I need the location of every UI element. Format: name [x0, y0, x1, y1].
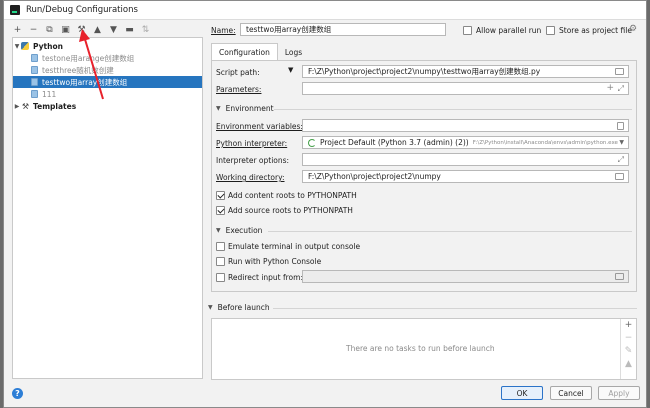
store-as-project-file-checkbox[interactable]	[546, 26, 555, 35]
tab-configuration[interactable]: Configuration	[211, 43, 278, 61]
chevron-down-icon[interactable]: ▼	[208, 304, 213, 311]
execution-section-title: Execution	[225, 226, 263, 235]
allow-parallel-run-label: Allow parallel run	[476, 26, 542, 35]
store-as-project-file-label: Store as project file	[559, 26, 632, 35]
environment-section-title: Environment	[225, 104, 274, 113]
interpreter-options-input[interactable]: ⤢	[302, 153, 629, 166]
working-directory-label: Working directory:	[216, 173, 285, 182]
configuration-panel: Script path: ▼ F:\Z\Python\project\proje…	[211, 60, 637, 292]
working-directory-value: F:\Z\Python\project\project2\numpy	[308, 172, 441, 181]
add-source-roots-checkbox[interactable]	[216, 206, 225, 215]
python-interpreter-label: Python interpreter:	[216, 139, 288, 148]
plus-icon[interactable]: +	[625, 321, 633, 330]
annotation-arrow-line	[83, 35, 104, 100]
document-icon[interactable]	[617, 122, 624, 130]
script-path-value: F:\Z\Python\project\project2\numpy\testt…	[308, 67, 541, 76]
python-interpreter-select[interactable]: Project Default (Python 3.7 (admin) (2))…	[302, 136, 629, 149]
name-input[interactable]: testtwo用array创建数组	[240, 23, 446, 36]
add-content-roots-checkbox[interactable]	[216, 191, 225, 200]
chevron-down-icon[interactable]: ▼	[216, 105, 221, 112]
gear-icon[interactable]: ⚙	[629, 24, 637, 34]
folder-browse-icon[interactable]	[615, 173, 624, 180]
run-debug-configurations-dialog: Run/Debug Configurations + − ⧉ ▣ ⚒ ▲ ▼ ▬…	[3, 0, 647, 408]
emulate-terminal-label: Emulate terminal in output console	[228, 242, 361, 251]
section-divider	[268, 231, 632, 232]
parameters-label: Parameters:	[216, 85, 262, 94]
help-icon[interactable]: ?	[12, 388, 23, 399]
redirect-input-field[interactable]	[302, 270, 629, 283]
expand-icon[interactable]: ⤢	[618, 84, 624, 94]
before-launch-tools: + − ✎ ▲	[620, 319, 636, 379]
section-divider	[274, 109, 632, 110]
annotation-arrow	[79, 29, 104, 100]
ok-button[interactable]: OK	[501, 386, 543, 400]
sort-icon[interactable]: ⇅	[140, 24, 151, 36]
plus-icon[interactable]: +	[606, 83, 614, 93]
section-divider	[273, 308, 637, 309]
run-with-python-console-label: Run with Python Console	[228, 257, 322, 266]
environment-section-header[interactable]: ▼ Environment	[216, 104, 274, 113]
emulate-terminal-checkbox[interactable]	[216, 242, 225, 251]
add-content-roots-label: Add content roots to PYTHONPATH	[228, 191, 357, 200]
expand-icon[interactable]: ⤢	[618, 155, 624, 165]
config-tabs: Configuration Logs	[211, 43, 309, 61]
allow-parallel-run-checkbox[interactable]	[463, 26, 472, 35]
script-dropdown-icon[interactable]: ▼	[288, 66, 293, 74]
folder-icon[interactable]: ▬	[124, 24, 135, 36]
add-source-roots-label: Add source roots to PYTHONPATH	[228, 206, 353, 215]
chevron-down-icon[interactable]: ▼	[619, 139, 624, 146]
interpreter-options-label: Interpreter options:	[216, 156, 290, 165]
before-launch-empty-text: There are no tasks to run before launch	[346, 344, 495, 353]
environment-variables-label: Environment variables:	[216, 122, 303, 131]
parameters-input[interactable]: + ⤢	[302, 82, 629, 95]
run-with-python-console-checkbox[interactable]	[216, 257, 225, 266]
script-path-label: Script path:	[216, 68, 260, 77]
working-directory-input[interactable]: F:\Z\Python\project\project2\numpy	[302, 170, 629, 183]
python-interpreter-value: Project Default (Python 3.7 (admin) (2))	[320, 138, 469, 147]
before-launch-header[interactable]: ▼ Before launch	[208, 303, 270, 312]
annotation-arrow-head	[79, 29, 90, 42]
chevron-down-icon[interactable]: ▼	[216, 227, 221, 234]
edit-icon[interactable]: ✎	[625, 347, 633, 356]
execution-section-header[interactable]: ▼ Execution	[216, 226, 262, 235]
minus-icon[interactable]: −	[625, 334, 633, 343]
before-launch-task-list: There are no tasks to run before launch …	[211, 318, 637, 380]
folder-browse-icon[interactable]	[615, 273, 624, 280]
interpreter-status-icon	[308, 138, 316, 147]
arrow-up-icon[interactable]: ▲	[625, 360, 632, 369]
redirect-input-label: Redirect input from:	[228, 273, 303, 282]
tab-logs[interactable]: Logs	[278, 43, 309, 61]
before-launch-title: Before launch	[217, 303, 270, 312]
name-label: Name:	[211, 26, 236, 35]
python-interpreter-path: F:\Z\Python\install\Anaconda\envs\admin\…	[472, 139, 618, 146]
script-path-input[interactable]: F:\Z\Python\project\project2\numpy\testt…	[302, 65, 629, 78]
redirect-input-checkbox[interactable]	[216, 273, 225, 282]
apply-button[interactable]: Apply	[598, 386, 640, 400]
environment-variables-input[interactable]	[302, 119, 629, 132]
cancel-button[interactable]: Cancel	[550, 386, 592, 400]
folder-browse-icon[interactable]	[615, 68, 624, 75]
